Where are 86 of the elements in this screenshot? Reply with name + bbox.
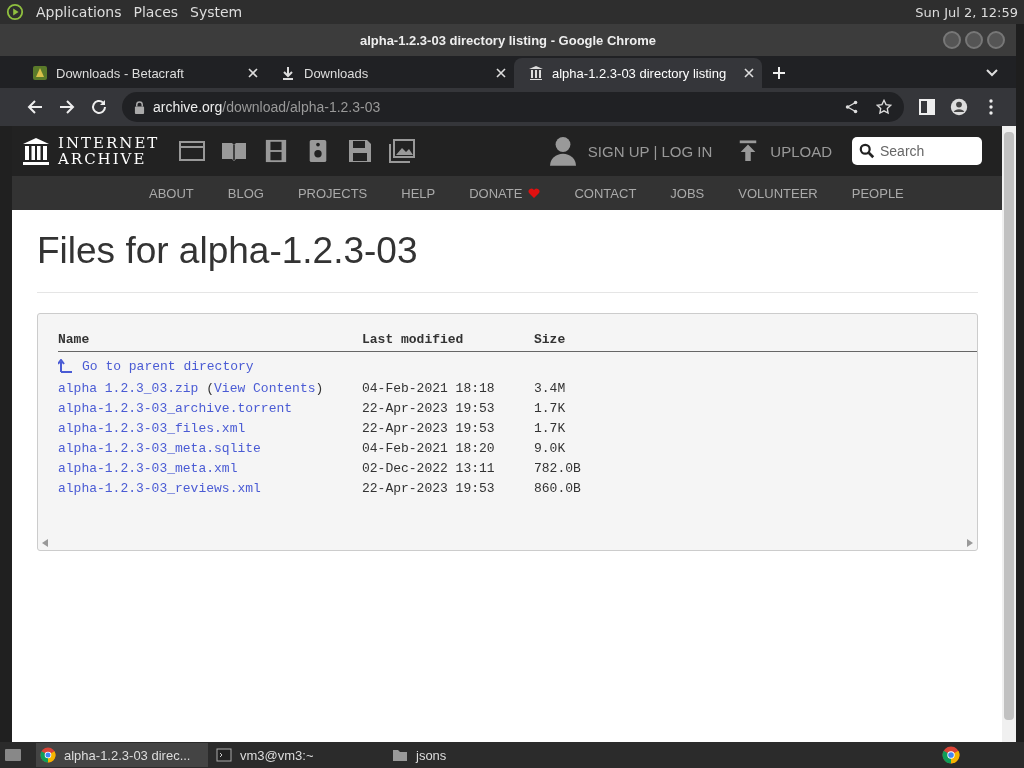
search-icon <box>859 143 875 159</box>
clock: Sun Jul 2, 12:59 <box>915 4 1018 20</box>
heart-icon <box>528 188 541 198</box>
scroll-thumb[interactable] <box>1004 132 1014 720</box>
person-icon[interactable] <box>549 135 576 167</box>
nav-link[interactable]: JOBS <box>670 185 705 201</box>
images-icon[interactable] <box>389 139 416 163</box>
taskbar-item[interactable]: alpha-1.2.3-03 direc... <box>36 743 208 767</box>
download-icon <box>280 65 296 81</box>
file-link[interactable]: alpha 1.2.3_03.zip <box>58 380 199 396</box>
panel-menu[interactable]: System <box>190 4 243 20</box>
table-cell: 04-Feb-2021 18:20 <box>362 440 495 456</box>
page-heading: Files for alpha-1.2.3-03 <box>37 230 419 272</box>
window-title: alpha-1.2.3-03 directory listing - Google Chrome <box>359 32 657 48</box>
table-cell: 22-Apr-2023 19:53 <box>362 420 495 436</box>
new-tab-icon[interactable] <box>772 66 786 80</box>
forward-icon[interactable] <box>58 98 76 116</box>
paren-text: ) <box>315 380 324 396</box>
column-header: Name <box>58 332 362 352</box>
nav-link[interactable]: PROJECTS <box>297 185 368 201</box>
logo-text[interactable]: INTERNET <box>58 135 160 151</box>
nav-link[interactable]: ABOUT <box>149 185 194 201</box>
up-arrow-icon[interactable] <box>58 359 72 374</box>
table-cell: 1.7K <box>534 420 566 436</box>
panel-menu[interactable]: Places <box>133 4 179 20</box>
search-field[interactable]: Search <box>852 137 982 165</box>
web-icon[interactable] <box>179 139 206 163</box>
distro-logo-icon[interactable] <box>6 3 24 21</box>
archive-icon <box>528 65 544 81</box>
nav-link[interactable]: DONATE <box>469 185 523 201</box>
table-cell: 02-Dec-2022 13:11 <box>362 460 495 476</box>
close-icon[interactable] <box>248 68 258 78</box>
logo-text[interactable]: ARCHIVE <box>58 151 160 167</box>
show-desktop-icon[interactable] <box>4 747 22 763</box>
back-icon[interactable] <box>26 98 44 116</box>
folder-icon <box>392 747 408 763</box>
panel-menu[interactable]: Applications <box>36 4 122 20</box>
table-cell: 04-Feb-2021 18:18 <box>362 380 495 396</box>
chrome-icon[interactable] <box>942 746 960 764</box>
star-icon[interactable] <box>876 99 892 115</box>
taskbar-item[interactable]: vm3@vm3:~ <box>212 743 384 767</box>
table-cell: 9.0K <box>534 440 566 456</box>
scroll-right-icon[interactable] <box>967 539 973 547</box>
browser-tab[interactable]: alpha-1.2.3-03 directory listing <box>514 58 762 88</box>
column-header: Last modified <box>362 332 534 352</box>
file-link[interactable]: alpha-1.2.3-03_meta.sqlite <box>58 440 261 456</box>
browser-tab[interactable]: Downloads <box>266 58 514 88</box>
favicon-icon <box>32 65 48 81</box>
side-panel-icon[interactable] <box>918 98 936 116</box>
taskbar-item[interactable]: jsons <box>388 743 560 767</box>
browser-tab[interactable]: Downloads - Betacraft <box>18 58 266 88</box>
nav-link[interactable]: HELP <box>401 185 436 201</box>
table-cell: 3.4M <box>534 380 566 396</box>
scroll-left-icon[interactable] <box>42 539 48 547</box>
nav-link[interactable]: BLOG <box>227 185 264 201</box>
lock-icon <box>134 100 145 114</box>
file-link[interactable]: alpha-1.2.3-03_reviews.xml <box>58 480 261 496</box>
upload-icon[interactable] <box>738 140 759 162</box>
table-cell: 1.7K <box>534 400 566 416</box>
archive-logo-icon[interactable] <box>22 137 50 165</box>
share-icon[interactable] <box>844 99 860 115</box>
file-link[interactable]: alpha-1.2.3-03_archive.torrent <box>58 400 293 416</box>
address-bar[interactable]: archive.org/download/alpha-1.2.3-03 <box>122 92 904 122</box>
close-icon[interactable] <box>744 68 754 78</box>
table-cell: 860.0B <box>534 480 581 496</box>
view-contents-link[interactable]: View Contents <box>214 380 316 396</box>
file-link[interactable]: alpha-1.2.3-03_meta.xml <box>58 460 238 476</box>
vertical-scrollbar[interactable] <box>1002 126 1016 742</box>
nav-link[interactable]: CONTACT <box>574 185 637 201</box>
chrome-icon <box>40 747 56 763</box>
terminal-icon <box>216 747 232 763</box>
parent-directory-link[interactable]: Go to parent directory <box>82 358 254 374</box>
upload-link[interactable]: UPLOAD <box>770 142 832 160</box>
nav-link[interactable]: PEOPLE <box>851 185 904 201</box>
table-cell: 22-Apr-2023 19:53 <box>362 400 495 416</box>
profile-icon[interactable] <box>950 98 968 116</box>
file-link[interactable]: alpha-1.2.3-03_files.xml <box>58 420 246 436</box>
close-icon[interactable] <box>496 68 506 78</box>
column-header: Size <box>534 332 977 352</box>
table-cell: 782.0B <box>534 460 581 476</box>
nav-link[interactable]: VOLUNTEER <box>738 185 818 201</box>
paren-text: ( <box>206 380 215 396</box>
reload-icon[interactable] <box>90 98 108 116</box>
sign-up-log-in-link[interactable]: SIGN UP | LOG IN <box>587 142 713 160</box>
table-cell: 22-Apr-2023 19:53 <box>362 480 495 496</box>
chevron-down-icon[interactable] <box>986 69 998 77</box>
